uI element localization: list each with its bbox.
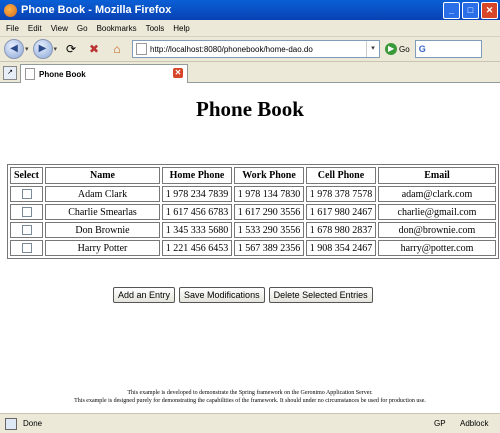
work-phone-cell: 1 533 290 3556 bbox=[234, 222, 304, 238]
firefox-icon bbox=[4, 3, 17, 17]
select-cell bbox=[10, 222, 43, 238]
phonebook-table: Select Name Home Phone Work Phone Cell P… bbox=[7, 164, 499, 259]
new-tab-icon[interactable]: ↗ bbox=[3, 66, 17, 80]
footer-line: This example is designed purely for demo… bbox=[74, 398, 426, 404]
tab-label: Phone Book bbox=[39, 69, 86, 79]
col-work-phone: Work Phone bbox=[234, 167, 304, 184]
col-email: Email bbox=[378, 167, 496, 184]
select-checkbox[interactable] bbox=[21, 225, 32, 236]
home-phone-cell: 1 345 333 5680 bbox=[162, 222, 232, 238]
cell-phone-cell: 1 978 378 7578 bbox=[306, 186, 376, 202]
table-row: Harry Potter 1 221 456 6453 1 567 389 23… bbox=[10, 240, 496, 256]
status-bar: Done GP Adblock bbox=[0, 413, 500, 433]
name-cell: Adam Clark bbox=[45, 186, 160, 202]
email-cell: harry@potter.com bbox=[378, 240, 496, 256]
page-content: Phone Book Select Name Home Phone Work P… bbox=[0, 83, 500, 413]
go-label: Go bbox=[399, 44, 410, 54]
tab-page-icon bbox=[25, 68, 35, 80]
col-home-phone: Home Phone bbox=[162, 167, 232, 184]
back-dropdown-icon[interactable]: ▾ bbox=[25, 45, 29, 53]
select-cell bbox=[10, 186, 43, 202]
col-name: Name bbox=[45, 167, 160, 184]
table-header-row: Select Name Home Phone Work Phone Cell P… bbox=[10, 167, 496, 184]
reload-button[interactable]: ⟳ bbox=[62, 40, 80, 58]
close-window-button[interactable]: ✕ bbox=[481, 2, 498, 19]
menu-view[interactable]: View bbox=[51, 24, 68, 33]
forward-button[interactable]: ▶ bbox=[32, 39, 53, 59]
forward-dropdown-icon[interactable]: ▾ bbox=[54, 45, 58, 53]
address-bar[interactable]: http://localhost:8080/phonebook/home-dao… bbox=[132, 40, 381, 58]
table-row: Adam Clark 1 978 234 7839 1 978 134 7830… bbox=[10, 186, 496, 202]
action-buttons: Add an Entry Save Modifications Delete S… bbox=[113, 287, 377, 303]
home-phone-cell: 1 221 456 6453 bbox=[162, 240, 232, 256]
menu-file[interactable]: File bbox=[6, 24, 19, 33]
delete-selected-button[interactable]: Delete Selected Entries bbox=[268, 287, 373, 303]
table-row: Don Brownie 1 345 333 5680 1 533 290 355… bbox=[10, 222, 496, 238]
add-entry-button[interactable]: Add an Entry bbox=[113, 287, 176, 303]
col-select: Select bbox=[10, 167, 43, 184]
cell-phone-cell: 1 678 980 2837 bbox=[306, 222, 376, 238]
col-cell-phone: Cell Phone bbox=[306, 167, 376, 184]
cell-phone-cell: 1 908 354 2467 bbox=[306, 240, 376, 256]
maximize-button[interactable]: □ bbox=[462, 2, 479, 19]
page-title: Phone Book bbox=[196, 97, 304, 121]
menu-bar: File Edit View Go Bookmarks Tools Help bbox=[0, 20, 500, 37]
save-modifications-button[interactable]: Save Modifications bbox=[179, 287, 265, 303]
menu-tools[interactable]: Tools bbox=[146, 24, 165, 33]
home-phone-cell: 1 978 234 7839 bbox=[162, 186, 232, 202]
select-checkbox[interactable] bbox=[21, 243, 32, 254]
window-title: Phone Book - Mozilla Firefox bbox=[21, 4, 172, 16]
email-cell: don@brownie.com bbox=[378, 222, 496, 238]
footer-line: This example is developed to demonstrate… bbox=[127, 390, 373, 396]
table-row: Charlie Smearlas 1 617 456 6783 1 617 29… bbox=[10, 204, 496, 220]
name-cell: Charlie Smearlas bbox=[45, 204, 160, 220]
email-cell: adam@clark.com bbox=[378, 186, 496, 202]
search-input[interactable]: G bbox=[414, 40, 482, 58]
work-phone-cell: 1 617 290 3556 bbox=[234, 204, 304, 220]
home-phone-cell: 1 617 456 6783 bbox=[162, 204, 232, 220]
minimize-button[interactable]: _ bbox=[443, 2, 460, 19]
go-arrow-icon: ▶ bbox=[385, 43, 398, 55]
menu-bookmarks[interactable]: Bookmarks bbox=[97, 24, 137, 33]
select-checkbox[interactable] bbox=[21, 189, 32, 200]
window-titlebar: Phone Book - Mozilla Firefox _ □ ✕ bbox=[0, 0, 500, 20]
go-button[interactable]: ▶ Go bbox=[385, 43, 410, 55]
home-button[interactable]: ⌂ bbox=[108, 40, 126, 58]
search-engine-icon[interactable]: G bbox=[419, 44, 426, 54]
status-icon bbox=[5, 417, 17, 430]
menu-help[interactable]: Help bbox=[173, 24, 189, 33]
navigation-toolbar: ◀ ▾ ▶ ▾ ⟳ ✖ ⌂ http://localhost:8080/phon… bbox=[0, 37, 500, 62]
tab-phone-book[interactable]: Phone Book ✕ bbox=[20, 64, 188, 83]
adblock-indicator[interactable]: Adblock bbox=[460, 419, 488, 428]
back-button[interactable]: ◀ bbox=[4, 39, 24, 59]
page-icon bbox=[136, 43, 148, 55]
tab-bar: ↗ Phone Book ✕ bbox=[0, 62, 500, 83]
menu-edit[interactable]: Edit bbox=[28, 24, 42, 33]
page-footer: This example is developed to demonstrate… bbox=[0, 389, 500, 405]
stop-button[interactable]: ✖ bbox=[85, 40, 103, 58]
window-controls: _ □ ✕ bbox=[441, 2, 498, 19]
select-cell bbox=[10, 240, 43, 256]
name-cell: Don Brownie bbox=[45, 222, 160, 238]
work-phone-cell: 1 978 134 7830 bbox=[234, 186, 304, 202]
cell-phone-cell: 1 617 980 2467 bbox=[306, 204, 376, 220]
status-text: Done bbox=[23, 419, 43, 428]
url-text[interactable]: http://localhost:8080/phonebook/home-dao… bbox=[150, 45, 313, 54]
select-cell bbox=[10, 204, 43, 220]
select-checkbox[interactable] bbox=[21, 207, 32, 218]
work-phone-cell: 1 567 389 2356 bbox=[234, 240, 304, 256]
name-cell: Harry Potter bbox=[45, 240, 160, 256]
gp-indicator[interactable]: GP bbox=[434, 419, 446, 428]
close-tab-icon[interactable]: ✕ bbox=[173, 68, 183, 78]
url-dropdown-icon[interactable]: ▾ bbox=[366, 41, 379, 57]
email-cell: charlie@gmail.com bbox=[378, 204, 496, 220]
menu-go[interactable]: Go bbox=[77, 24, 88, 33]
